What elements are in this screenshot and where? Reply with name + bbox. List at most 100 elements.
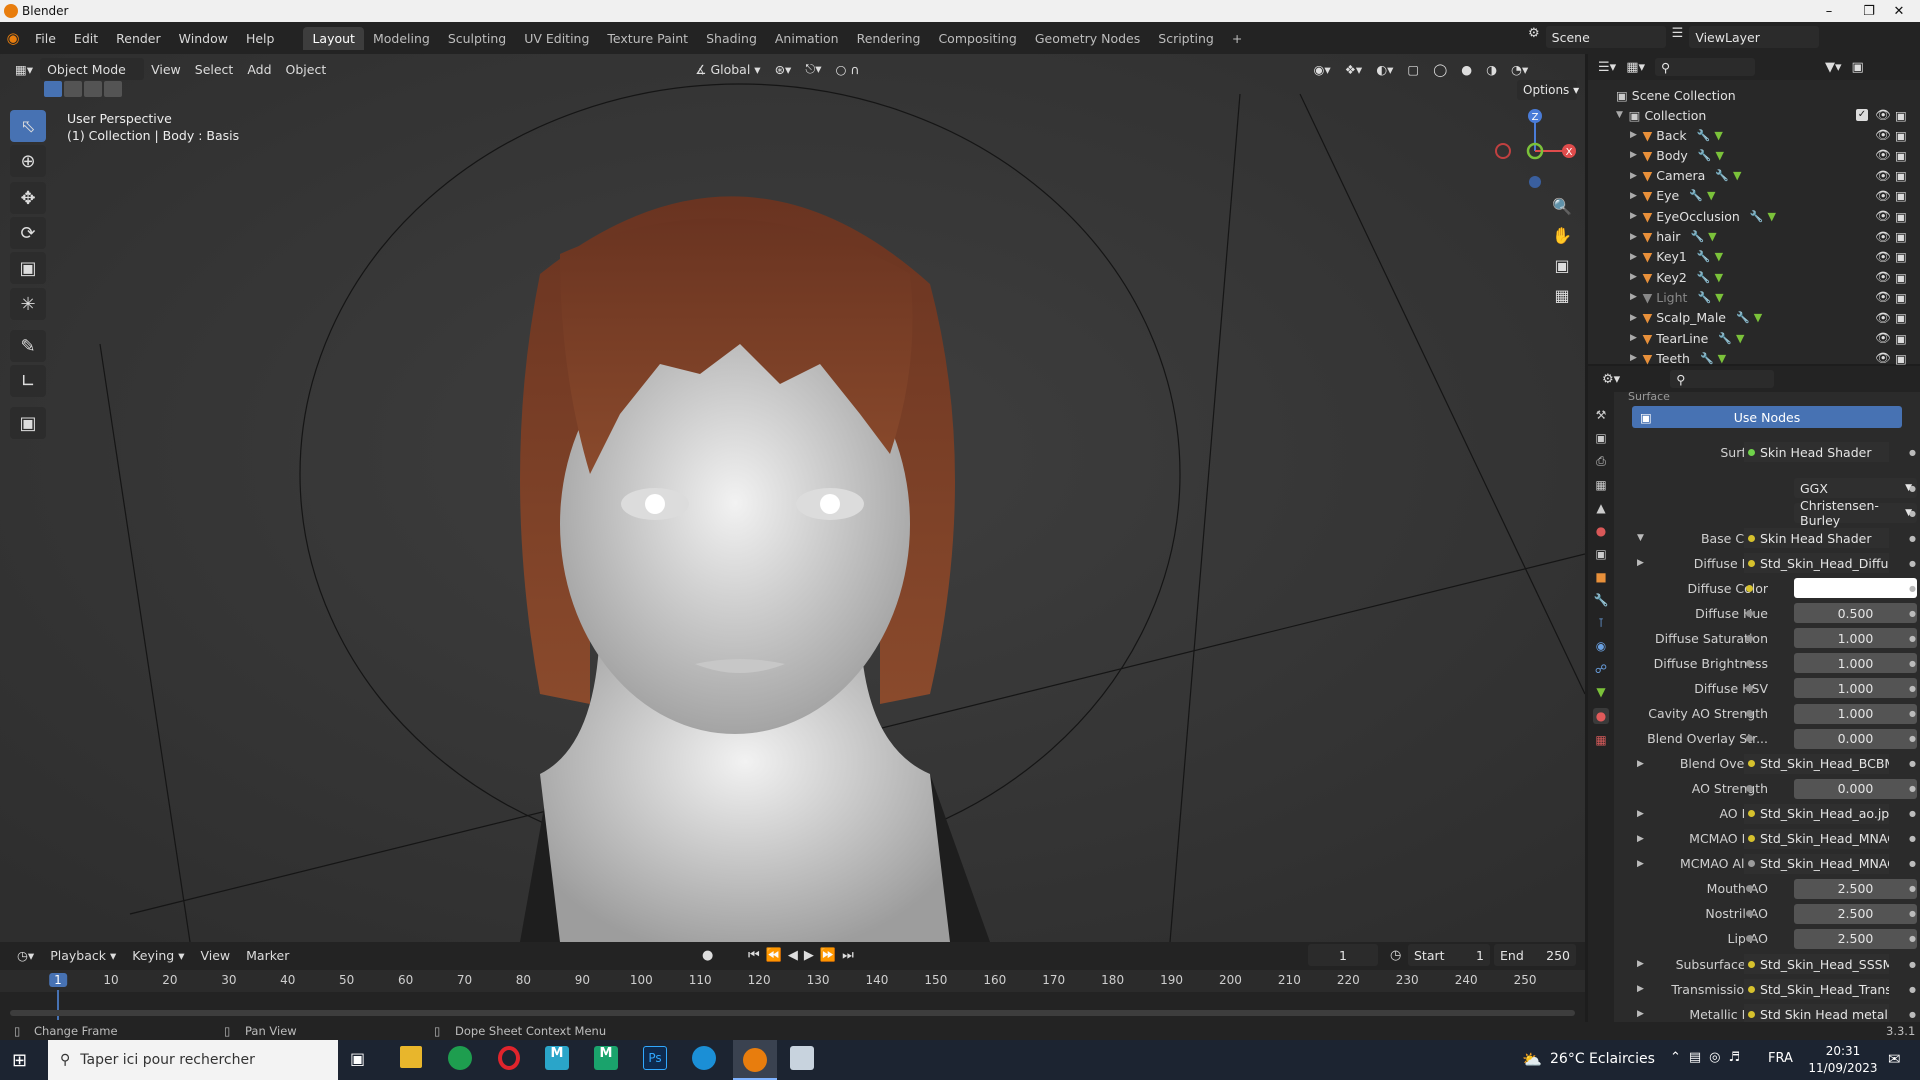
visibility-icon[interactable]: ◉▾: [1307, 58, 1338, 80]
property-select[interactable]: GGX ▼: [1794, 478, 1917, 499]
menu-file[interactable]: File: [26, 31, 65, 46]
property-link-field[interactable]: Std_Skin_Head_MNAOM: [1744, 853, 1889, 874]
outliner-item[interactable]: ▶ ▼ Key2 🔧 ▼ 👁 ▣: [1588, 267, 1920, 287]
select-subtract-icon[interactable]: [84, 81, 102, 97]
timeline-menu-playback[interactable]: Playback ▾: [43, 944, 123, 966]
scene-field[interactable]: Scene: [1545, 26, 1666, 48]
gizmo-neg-x[interactable]: [1495, 143, 1511, 159]
tab-uv-editing[interactable]: UV Editing: [515, 27, 598, 50]
viewport-menu-add[interactable]: Add: [240, 58, 278, 80]
move-tool-icon[interactable]: ✥: [10, 182, 46, 214]
scene-tab-icon[interactable]: ▲: [1596, 501, 1605, 515]
menu-render[interactable]: Render: [107, 31, 170, 46]
expand-arrow-icon[interactable]: ▶: [1630, 150, 1643, 160]
property-select[interactable]: Christensen-Burley ▼: [1794, 498, 1917, 528]
expand-arrow-icon[interactable]: ▶: [1637, 759, 1644, 769]
taskbar-clock[interactable]: 20:31 11/09/2023: [1808, 1043, 1878, 1077]
timeline-menu-view[interactable]: View: [193, 944, 237, 966]
expand-arrow-icon[interactable]: ▶: [1630, 171, 1643, 181]
outliner-editor-icon[interactable]: ☰▾: [1598, 60, 1616, 75]
blender-menu-icon[interactable]: ◉: [0, 29, 26, 47]
properties-editor-icon[interactable]: ⚙▾: [1602, 372, 1620, 387]
outliner-search-input[interactable]: ⚲: [1655, 58, 1755, 76]
start-frame-field[interactable]: Start 1: [1408, 944, 1490, 966]
current-frame-field[interactable]: 1: [1308, 944, 1378, 966]
camera-render-icon[interactable]: ▣: [1895, 188, 1907, 203]
measure-tool-icon[interactable]: ∟: [10, 365, 46, 397]
eye-icon[interactable]: 👁: [1875, 127, 1891, 143]
outliner-item[interactable]: ▶ ▼ Key1 🔧 ▼ 👁 ▣: [1588, 247, 1920, 267]
display-mode-icon[interactable]: ▦▾: [1626, 60, 1645, 75]
select-box-tool-icon[interactable]: ⬁: [10, 110, 46, 142]
camera-render-icon[interactable]: ▣: [1895, 310, 1907, 325]
keyframe-dot-icon[interactable]: ●: [1909, 659, 1916, 668]
keyframe-dot-icon[interactable]: ●: [1909, 784, 1916, 793]
select-intersect-icon[interactable]: [104, 81, 122, 97]
timeline-ruler[interactable]: 1 10 20 30 40 50 60 70 80 90 100 110 120 130 140 150 160…: [0, 970, 1585, 1020]
camera-render-icon[interactable]: ▣: [1895, 229, 1907, 244]
eye-icon[interactable]: 👁: [1875, 350, 1891, 366]
expand-arrow-icon[interactable]: ▶: [1630, 272, 1643, 282]
outliner-item[interactable]: ▶ ▼ TearLine 🔧 ▼ 👁 ▣: [1588, 328, 1920, 348]
property-link-field[interactable]: Std_Skin_Head_SSSMap...: [1744, 954, 1889, 974]
eye-icon[interactable]: 👁: [1875, 249, 1891, 265]
keyframe-dot-icon[interactable]: ●: [1909, 609, 1916, 618]
notification-icon[interactable]: ✉: [1888, 1050, 1901, 1068]
property-number-field[interactable]: 2.500: [1794, 878, 1917, 899]
keyframe-dot-icon[interactable]: ●: [1909, 534, 1916, 543]
object-tab-icon[interactable]: ■: [1595, 570, 1606, 584]
menu-window[interactable]: Window: [170, 31, 237, 46]
camera-render-icon[interactable]: ▣: [1895, 331, 1907, 346]
camera-render-icon[interactable]: ▣: [1895, 128, 1907, 143]
outliner-item[interactable]: ▶ ▼ Light 🔧 ▼ 👁 ▣: [1588, 287, 1920, 307]
app-m-icon[interactable]: M: [545, 1046, 569, 1070]
socket-dot[interactable]: [1746, 584, 1753, 592]
camera-render-icon[interactable]: ▣: [1895, 108, 1907, 123]
expand-arrow-icon[interactable]: ▶: [1637, 1009, 1644, 1019]
keyframe-dot-icon[interactable]: ●: [1909, 985, 1916, 994]
camera-render-icon[interactable]: ▣: [1895, 290, 1907, 305]
property-number-field[interactable]: 2.500: [1794, 903, 1917, 924]
viewlayer-field[interactable]: ViewLayer: [1689, 26, 1820, 48]
tab-texture-paint[interactable]: Texture Paint: [598, 27, 697, 50]
collection-tab-icon[interactable]: ▣: [1595, 547, 1606, 561]
keyframe-dot-icon[interactable]: ●: [1909, 448, 1916, 457]
property-number-field[interactable]: 0.000: [1794, 728, 1917, 749]
property-link-field[interactable]: Std_Skin_Head_Diffuse: [1744, 553, 1889, 574]
opera-icon[interactable]: [498, 1046, 520, 1070]
editor-type-icon[interactable]: ▦▾: [8, 58, 40, 80]
outliner-item[interactable]: ▶ ▼ Scalp_Male 🔧 ▼ 👁 ▣: [1588, 308, 1920, 328]
select-new-icon[interactable]: [44, 81, 62, 97]
pivot-icon[interactable]: ⊛▾: [768, 58, 799, 80]
shading-rendered-icon[interactable]: ◔▾: [1504, 58, 1535, 80]
property-number-field[interactable]: 1.000: [1794, 653, 1917, 674]
keyframe-dot-icon[interactable]: ●: [1909, 960, 1916, 969]
edge-icon[interactable]: [692, 1046, 716, 1070]
texture-tab-icon[interactable]: ▦: [1595, 733, 1606, 747]
proportional-edit-icon[interactable]: ○ ∩: [828, 58, 866, 80]
3d-viewport[interactable]: [0, 54, 1585, 942]
close-button[interactable]: ✕: [1876, 0, 1920, 22]
tab-animation[interactable]: Animation: [766, 27, 848, 50]
property-link-field[interactable]: Skin Head Shader: [1744, 442, 1889, 462]
tab-scripting[interactable]: Scripting: [1149, 27, 1223, 50]
material-tab-icon[interactable]: ●: [1592, 708, 1610, 724]
tab-sculpting[interactable]: Sculpting: [439, 27, 515, 50]
use-nodes-button[interactable]: ▣ Use Nodes: [1632, 406, 1902, 428]
eye-icon[interactable]: 👁: [1875, 188, 1891, 204]
modifier-tab-icon[interactable]: 🔧: [1594, 593, 1609, 607]
eye-icon[interactable]: 👁: [1875, 147, 1891, 163]
add-cube-tool-icon[interactable]: ▣: [10, 407, 46, 439]
keyframe-dot-icon[interactable]: ●: [1909, 884, 1916, 893]
camera-render-icon[interactable]: ▣: [1895, 249, 1907, 264]
camera-render-icon[interactable]: ▣: [1895, 148, 1907, 163]
socket-dot[interactable]: [1746, 735, 1753, 743]
properties-search-input[interactable]: ⚲: [1670, 370, 1775, 388]
camera-render-icon[interactable]: ▣: [1895, 168, 1907, 183]
outliner-item[interactable]: ▶ ▼ Eye 🔧 ▼ 👁 ▣: [1588, 186, 1920, 206]
new-collection-icon[interactable]: ▣: [1852, 60, 1864, 75]
expand-arrow-icon[interactable]: ▶: [1630, 333, 1643, 343]
preview-range-icon[interactable]: ◷: [1390, 948, 1401, 963]
file-explorer-icon[interactable]: [400, 1046, 422, 1068]
tab-layout[interactable]: Layout: [303, 26, 364, 50]
